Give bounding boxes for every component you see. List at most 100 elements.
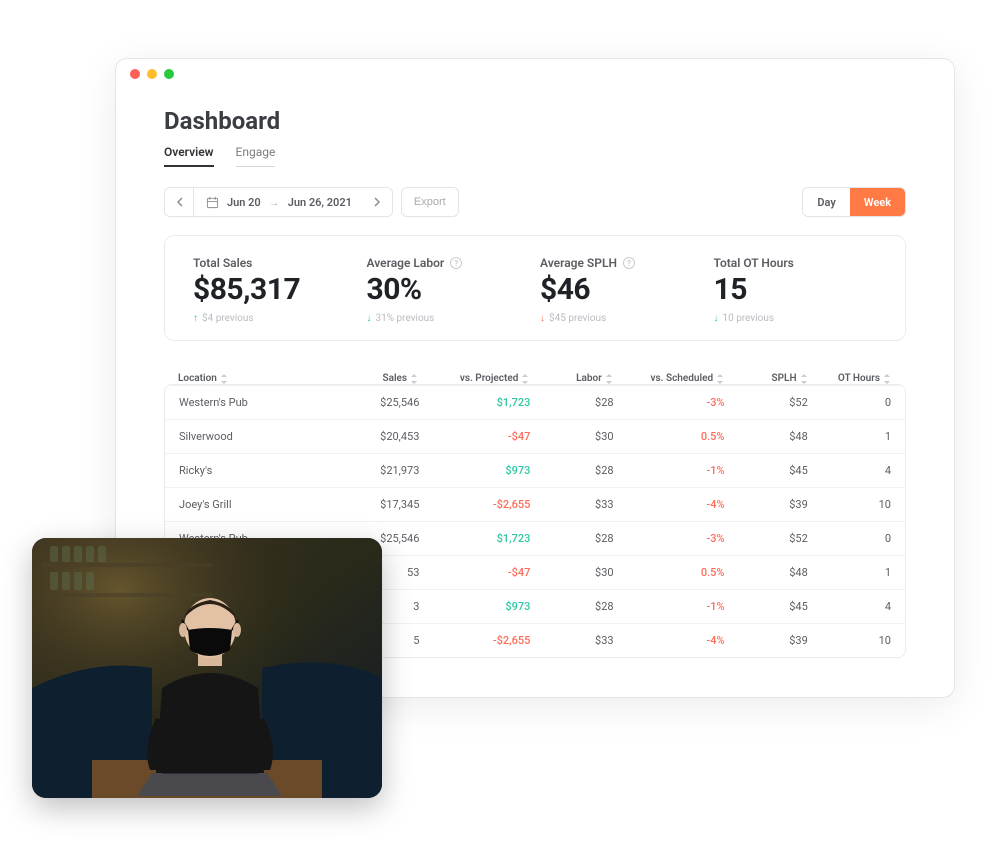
- cell-ot-hours: 10: [808, 634, 891, 647]
- metric-previous: ↑$4 previous: [193, 313, 357, 324]
- arrow-down-icon: ↓: [367, 313, 372, 324]
- cell-location: Ricky's: [179, 464, 327, 477]
- titlebar: [116, 59, 954, 89]
- toggle-day[interactable]: Day: [803, 188, 849, 216]
- cell-ot-hours: 4: [808, 464, 891, 477]
- cell-splh: $39: [725, 498, 808, 511]
- cell-splh: $52: [725, 396, 808, 409]
- calendar-icon: [206, 196, 219, 209]
- date-start: Jun 20: [227, 196, 261, 209]
- sort-icon: [717, 374, 725, 384]
- cell-splh: $48: [725, 566, 808, 579]
- tabs: Overview Engage: [164, 145, 906, 167]
- cell-vs-projected: $1,723: [419, 396, 530, 409]
- cell-vs-projected: -$47: [419, 430, 530, 443]
- cell-labor: $30: [530, 566, 613, 579]
- tab-overview[interactable]: Overview: [164, 145, 214, 167]
- sort-icon: [606, 374, 614, 384]
- table-row[interactable]: Western's Pub$25,546$1,723$28-3%$520: [165, 385, 905, 419]
- metric-label: Average Labor?: [367, 256, 531, 270]
- cell-vs-scheduled: 0.5%: [614, 566, 725, 579]
- cell-sales: $21,973: [327, 464, 419, 477]
- table-row[interactable]: Silverwood$20,453-$47$300.5%$481: [165, 419, 905, 453]
- col-sales[interactable]: Sales: [326, 373, 419, 384]
- export-button[interactable]: Export: [401, 187, 459, 217]
- cell-vs-projected: $1,723: [419, 532, 530, 545]
- table-row[interactable]: Joey's Grill$17,345-$2,655$33-4%$3910: [165, 487, 905, 521]
- cell-splh: $39: [725, 634, 808, 647]
- sort-icon: [221, 374, 229, 384]
- cell-ot-hours: 0: [808, 532, 891, 545]
- cell-labor: $33: [530, 498, 613, 511]
- col-location[interactable]: Location: [178, 373, 326, 384]
- period-toggle: Day Week: [802, 187, 906, 217]
- cell-vs-scheduled: -1%: [614, 600, 725, 613]
- chevron-right-icon: [374, 197, 381, 207]
- col-vs-scheduled[interactable]: vs. Scheduled: [614, 373, 725, 384]
- cell-vs-scheduled: -3%: [614, 532, 725, 545]
- date-end: Jun 26, 2021: [288, 196, 352, 209]
- arrow-down-icon: ↓: [540, 313, 545, 324]
- cell-location: Silverwood: [179, 430, 327, 443]
- cell-vs-scheduled: -4%: [614, 498, 725, 511]
- maximize-icon[interactable]: [164, 69, 174, 79]
- arrow-up-icon: ↑: [193, 313, 198, 324]
- cell-sales: $20,453: [327, 430, 419, 443]
- metric-average-splh: Average SPLH? $46 ↓$45 previous: [540, 256, 704, 324]
- arrow-down-icon: ↓: [714, 313, 719, 324]
- cell-location: Western's Pub: [179, 396, 327, 409]
- foreground-photo: [32, 538, 382, 798]
- page-title: Dashboard: [164, 107, 906, 135]
- metric-value: $85,317: [193, 272, 357, 307]
- cell-vs-scheduled: 0.5%: [614, 430, 725, 443]
- cell-ot-hours: 4: [808, 600, 891, 613]
- cell-ot-hours: 1: [808, 566, 891, 579]
- toggle-week[interactable]: Week: [850, 188, 905, 216]
- metric-previous: ↓$45 previous: [540, 313, 704, 324]
- metric-total-sales: Total Sales $85,317 ↑$4 previous: [193, 256, 357, 324]
- metrics-panel: Total Sales $85,317 ↑$4 previous Average…: [164, 235, 906, 341]
- sort-icon: [884, 374, 892, 384]
- cell-splh: $52: [725, 532, 808, 545]
- cell-splh: $48: [725, 430, 808, 443]
- sort-icon: [522, 374, 530, 384]
- help-icon[interactable]: ?: [450, 257, 462, 269]
- metric-label: Total OT Hours: [714, 256, 878, 270]
- prev-period-button[interactable]: [165, 188, 193, 216]
- cell-vs-projected: $973: [419, 464, 530, 477]
- next-period-button[interactable]: [364, 188, 392, 216]
- cell-splh: $45: [725, 464, 808, 477]
- col-ot-hours[interactable]: OT Hours: [809, 373, 892, 384]
- cell-ot-hours: 1: [808, 430, 891, 443]
- cell-labor: $30: [530, 430, 613, 443]
- cell-splh: $45: [725, 600, 808, 613]
- metric-value: $46: [540, 272, 704, 307]
- cell-vs-projected: $973: [419, 600, 530, 613]
- col-splh[interactable]: SPLH: [725, 373, 808, 384]
- cell-vs-projected: -$2,655: [419, 498, 530, 511]
- toolbar: Jun 20 → Jun 26, 2021 Export Day Week: [164, 187, 906, 217]
- metric-previous: ↓10 previous: [714, 313, 878, 324]
- close-icon[interactable]: [130, 69, 140, 79]
- help-icon[interactable]: ?: [623, 257, 635, 269]
- cell-vs-projected: -$47: [419, 566, 530, 579]
- col-vs-projected[interactable]: vs. Projected: [419, 373, 530, 384]
- chevron-left-icon: [176, 197, 183, 207]
- table-row[interactable]: Ricky's$21,973$973$28-1%$454: [165, 453, 905, 487]
- toolbar-left: Jun 20 → Jun 26, 2021 Export: [164, 187, 459, 217]
- metric-ot-hours: Total OT Hours 15 ↓10 previous: [714, 256, 878, 324]
- cell-location: Joey's Grill: [179, 498, 327, 511]
- cell-labor: $33: [530, 634, 613, 647]
- cell-vs-scheduled: -1%: [614, 464, 725, 477]
- metric-label: Average SPLH?: [540, 256, 704, 270]
- arrow-right-icon: →: [269, 196, 280, 209]
- tab-engage[interactable]: Engage: [236, 145, 276, 167]
- metric-label: Total Sales: [193, 256, 357, 270]
- cell-vs-projected: -$2,655: [419, 634, 530, 647]
- col-labor[interactable]: Labor: [530, 373, 613, 384]
- minimize-icon[interactable]: [147, 69, 157, 79]
- metric-average-labor: Average Labor? 30% ↓31% previous: [367, 256, 531, 324]
- date-range-display[interactable]: Jun 20 → Jun 26, 2021: [193, 188, 364, 216]
- cell-labor: $28: [530, 532, 613, 545]
- metric-previous: ↓31% previous: [367, 313, 531, 324]
